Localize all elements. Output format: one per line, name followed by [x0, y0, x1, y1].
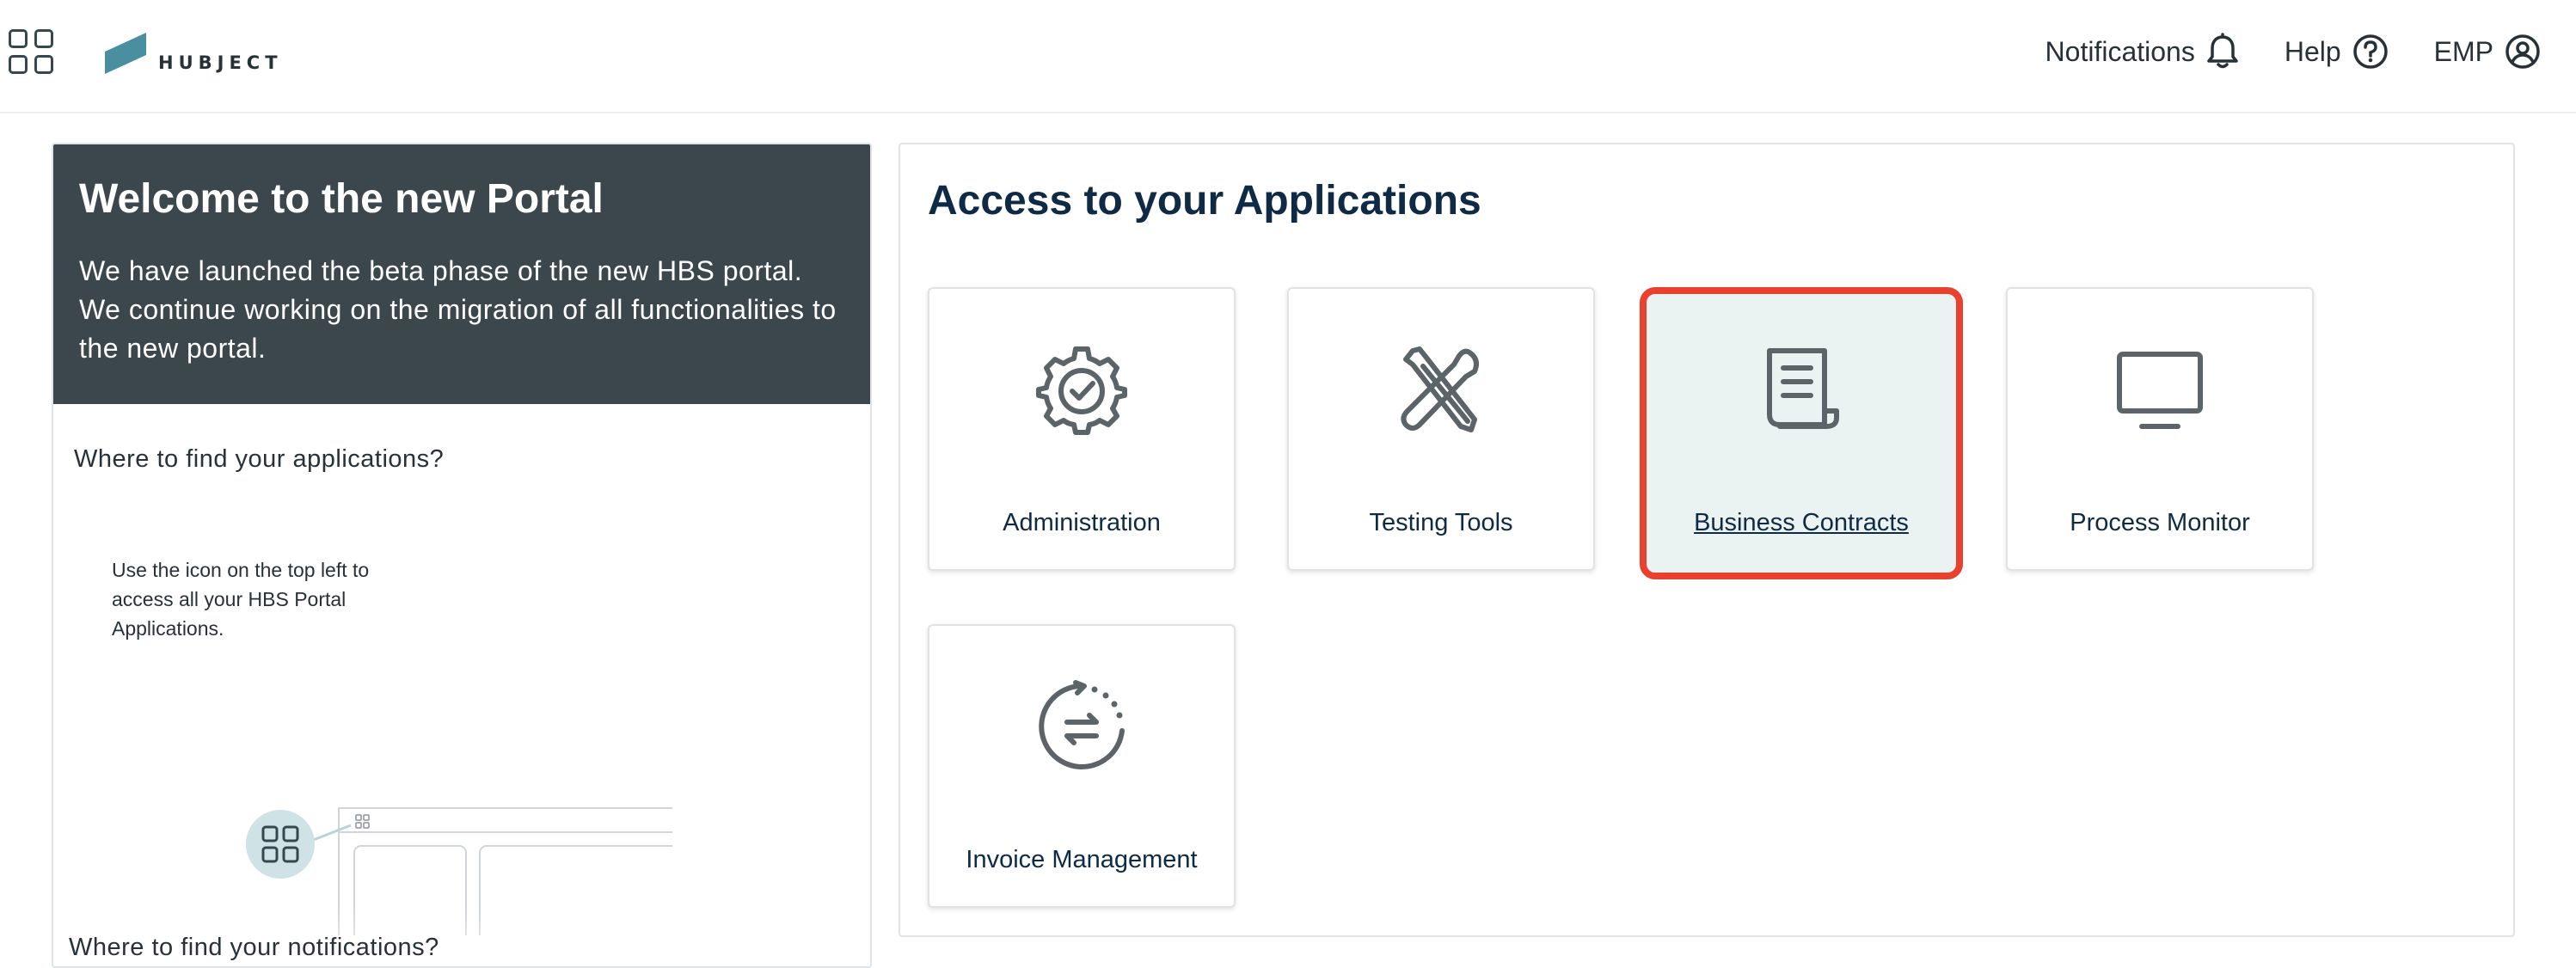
logo-text: HUBJECT: [158, 52, 283, 73]
grid-cell: [34, 29, 53, 48]
top-nav: Notifications Help EMP: [2001, 26, 2542, 77]
tile-label: Administration: [1003, 509, 1161, 536]
hubject-logo[interactable]: HUBJECT: [105, 31, 283, 76]
grid-cell: [9, 55, 28, 74]
where-to-find-notifications-heading: Where to find your notifications?: [69, 934, 439, 961]
account-button[interactable]: EMP: [2434, 33, 2542, 70]
top-header: HUBJECT Notifications Help EMP: [0, 0, 2576, 113]
tile-label: Process Monitor: [2070, 509, 2250, 536]
gear-check-icon: [1036, 346, 1127, 435]
account-label: EMP: [2433, 35, 2493, 67]
app-launcher-icon[interactable]: [9, 29, 53, 74]
welcome-text: We have launched the beta phase of the n…: [79, 255, 837, 364]
app-launcher-illustration: [246, 807, 672, 935]
tile-process-monitor[interactable]: Process Monitor: [2006, 287, 2314, 571]
grid-cell: [9, 29, 28, 48]
grid-cell: [34, 55, 53, 74]
monitor-icon: [2117, 352, 2203, 429]
help-circle-icon: [2352, 34, 2388, 69]
notifications-button[interactable]: Notifications: [2045, 33, 2240, 70]
tile-label: Testing Tools: [1369, 509, 1513, 536]
invoice-cycle-icon: [1039, 680, 1125, 769]
applications-title: Access to your Applications: [928, 178, 1481, 224]
tile-label: Business Contracts: [1694, 509, 1909, 536]
app-launcher-hint: Use the icon on the top left to access a…: [112, 559, 370, 640]
applications-card: Access to your Applications Administrati…: [899, 143, 2515, 937]
welcome-title: Welcome to the new Portal: [79, 176, 604, 222]
where-to-find-apps-heading: Where to find your applications?: [74, 445, 445, 473]
notifications-label: Notifications: [2045, 35, 2195, 67]
tile-business-contracts[interactable]: Business Contracts: [1640, 287, 1963, 579]
help-button[interactable]: Help: [2285, 33, 2389, 70]
tile-label: Invoice Management: [966, 846, 1198, 873]
tile-invoice-management[interactable]: Invoice Management: [928, 624, 1236, 908]
welcome-hero: Welcome to the new Portal We have launch…: [53, 144, 870, 404]
help-label: Help: [2284, 35, 2341, 67]
document-scroll-icon: [1767, 348, 1839, 429]
logo-mark-icon: [105, 33, 146, 74]
user-circle-icon: [2505, 34, 2540, 69]
welcome-card: Welcome to the new Portal We have launch…: [52, 143, 872, 968]
tile-administration[interactable]: Administration: [928, 287, 1236, 571]
bell-icon: [2207, 33, 2238, 69]
tools-icon: [1401, 346, 1479, 432]
tile-testing-tools[interactable]: Testing Tools: [1287, 287, 1595, 571]
